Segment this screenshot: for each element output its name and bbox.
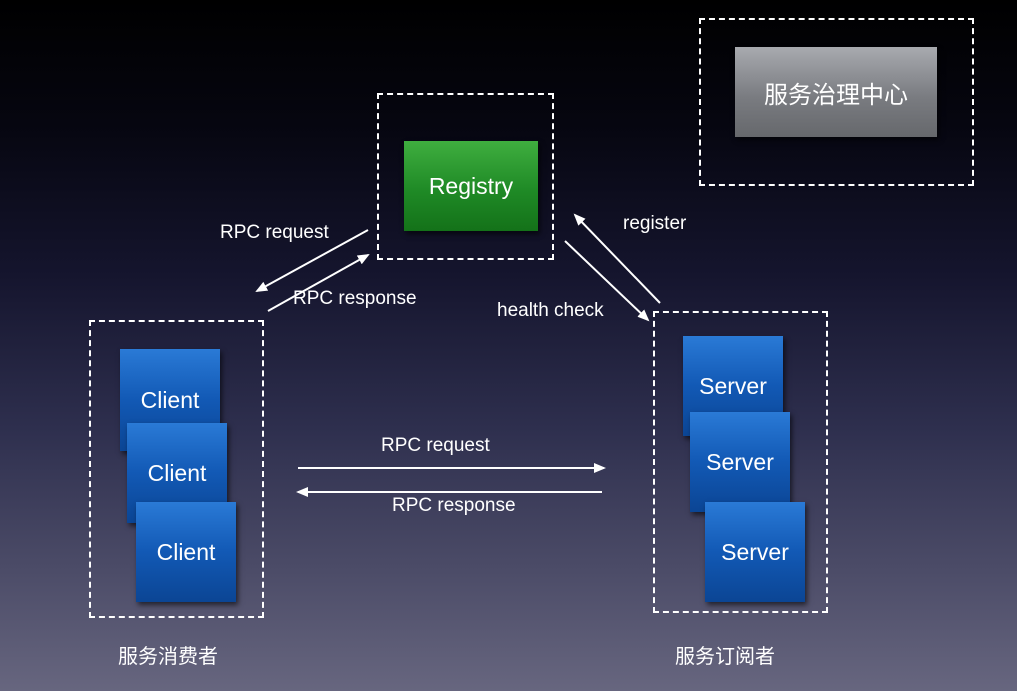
edge-label-rpc-response-upper: RPC response <box>293 288 417 309</box>
architecture-diagram: 服务治理中心 Registry Client Client Client 服务消… <box>0 0 1017 691</box>
edge-label-rpc-request-upper: RPC request <box>220 222 329 243</box>
edge-label-health-check: health check <box>497 300 604 321</box>
edge-label-register: register <box>623 213 687 234</box>
edge-label-rpc-response-lower: RPC response <box>392 495 516 516</box>
edge-label-rpc-request-lower: RPC request <box>381 435 490 456</box>
arrows-layer <box>255 213 661 497</box>
